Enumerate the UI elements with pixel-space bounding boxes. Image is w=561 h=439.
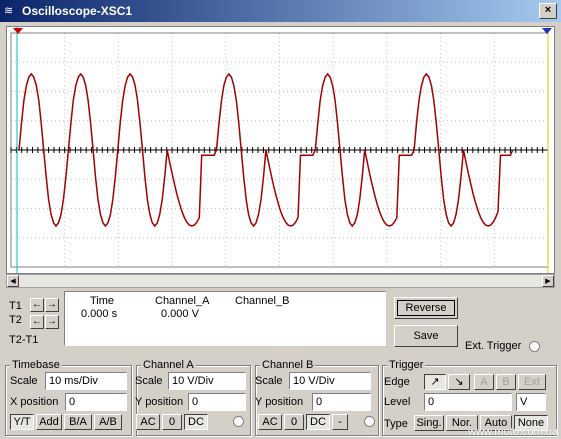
channel-a-title: Channel A <box>141 359 196 371</box>
falling-edge-icon[interactable]: ↘ <box>448 374 470 390</box>
reverse-button[interactable]: Reverse <box>394 297 458 319</box>
type-label: Type <box>384 418 408 430</box>
level-unit-field[interactable]: V <box>516 393 546 411</box>
level-field[interactable]: 0 <box>424 393 512 411</box>
type-single-button[interactable]: Sing. <box>414 415 444 431</box>
horizontal-scrollbar[interactable]: ◀ ▶ <box>6 274 555 288</box>
channel-b-radio[interactable] <box>364 416 375 427</box>
channel-b-ypos-field[interactable]: 0 <box>312 393 371 411</box>
title-bar: ≋ Oscilloscope-XSC1 × <box>0 0 561 22</box>
t2-right-arrow-icon[interactable]: → <box>45 315 59 329</box>
trigger-title: Trigger <box>387 359 426 371</box>
channel-a-dc-button[interactable]: DC <box>184 414 208 430</box>
window-title: Oscilloscope-XSC1 <box>22 4 133 18</box>
x-position-label: X position <box>10 396 59 408</box>
add-mode-button[interactable]: Add <box>36 414 62 430</box>
channel-b-scale-label: Scale <box>255 375 283 387</box>
cursor-readout: Time Channel_A Channel_B 0.000 s 0.000 V <box>64 291 386 346</box>
edge-label: Edge <box>384 376 410 388</box>
trigger-source-ext-button[interactable]: Ext <box>518 374 546 390</box>
ext-trigger-label: Ext. Trigger <box>465 340 522 352</box>
channel-b-dc-button[interactable]: DC <box>306 414 330 430</box>
waveform-series <box>18 72 514 228</box>
channel-a-header: Channel_A <box>155 295 210 307</box>
channel-b-ypos-label: Y position <box>255 396 304 408</box>
timebase-scale-field[interactable]: 10 ms/Div <box>45 372 127 390</box>
channel-b-minus-button[interactable]: - <box>332 414 348 430</box>
channel-a-ac-button[interactable]: AC <box>136 414 160 430</box>
channel-a-zero-button[interactable]: 0 <box>162 414 182 430</box>
t1-label: T1 <box>9 300 22 312</box>
x-position-field[interactable]: 0 <box>65 393 127 411</box>
trigger-source-a-button[interactable]: A <box>474 374 494 390</box>
channel-a-value: 0.000 V <box>161 308 199 320</box>
scroll-left-icon[interactable]: ◀ <box>7 275 19 287</box>
time-header: Time <box>90 295 115 307</box>
waveform-plot <box>10 27 552 273</box>
close-button[interactable]: × <box>539 3 557 19</box>
channel-a-scale-label: Scale <box>135 375 163 387</box>
channel-a-ypos-label: Y position <box>135 396 184 408</box>
channel-b-ac-button[interactable]: AC <box>258 414 282 430</box>
channel-b-title: Channel B <box>260 359 316 371</box>
channel-b-zero-button[interactable]: 0 <box>284 414 304 430</box>
yt-mode-button[interactable]: Y/T <box>10 414 34 430</box>
t2-label: T2 <box>9 314 22 326</box>
channel-a-scale-field[interactable]: 10 V/Div <box>168 372 246 390</box>
time-value: 0.000 s <box>81 308 118 320</box>
oscilloscope-screen <box>6 26 555 274</box>
rising-edge-icon[interactable]: ↗ <box>424 374 446 390</box>
t1-right-arrow-icon[interactable]: → <box>45 298 59 312</box>
channel-b-scale-field[interactable]: 10 V/Div <box>289 372 371 390</box>
trigger-source-b-button[interactable]: B <box>496 374 516 390</box>
channel-a-radio[interactable] <box>233 416 244 427</box>
level-label: Level <box>384 396 411 408</box>
channel-a-ypos-field[interactable]: 0 <box>188 393 246 411</box>
watermark: www.moto.com.ua <box>468 426 558 438</box>
ab-mode-button[interactable]: A/B <box>94 414 122 430</box>
oscilloscope-icon: ≋ <box>4 5 14 17</box>
t2-left-arrow-icon[interactable]: ← <box>30 315 44 329</box>
t2t1-label: T2-T1 <box>9 334 39 346</box>
t1-left-arrow-icon[interactable]: ← <box>30 298 44 312</box>
save-button[interactable]: Save <box>394 325 458 347</box>
ba-mode-button[interactable]: B/A <box>64 414 92 430</box>
channel-b-header: Channel_B <box>235 295 290 307</box>
timebase-scale-label: Scale <box>10 375 38 387</box>
timebase-title: Timebase <box>10 359 62 371</box>
ext-trigger-radio[interactable] <box>529 341 540 352</box>
scroll-right-icon[interactable]: ▶ <box>542 275 554 287</box>
